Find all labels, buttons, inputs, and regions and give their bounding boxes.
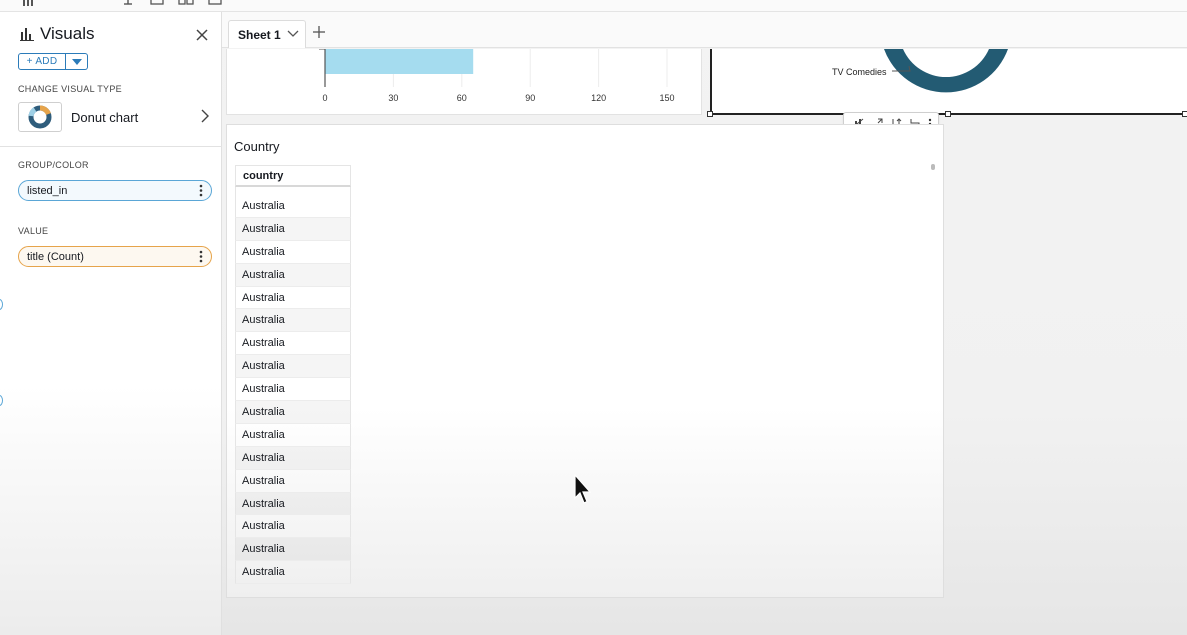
text-box-icon[interactable] [208, 0, 222, 6]
bar-chart: 0 30 60 90 120 150 [319, 48, 675, 103]
x-tick-label: 120 [591, 93, 606, 103]
panel-title: Visuals [40, 24, 95, 43]
more-options-icon[interactable] [199, 184, 203, 197]
table-row[interactable]: Australia [235, 309, 351, 333]
group-color-field-well[interactable]: listed_in [18, 180, 212, 201]
donut-label: TV Comedies [832, 67, 887, 77]
visuals-panel: Visuals + ADD CHANGE VISUAL TYPE Donut c… [0, 12, 222, 635]
table-row[interactable]: Australia [235, 286, 351, 310]
expand-handle[interactable] [0, 395, 3, 406]
change-visual-type-label: CHANGE VISUAL TYPE [18, 84, 122, 94]
scroll-indicator[interactable] [931, 164, 935, 170]
country-table-visual[interactable]: Country country Australia Australia Austra… [226, 124, 944, 598]
expand-handle[interactable] [0, 299, 3, 310]
add-sheet-icon[interactable] [312, 25, 326, 39]
table-visual-title: Country [234, 139, 280, 154]
layout-icon[interactable] [178, 0, 194, 6]
table-row[interactable]: Australia [235, 240, 351, 264]
table-row[interactable]: Australia [235, 446, 351, 470]
table-row[interactable]: Australia [235, 515, 351, 539]
donut-chart-icon [18, 102, 62, 132]
resize-handle[interactable] [945, 111, 951, 117]
chart-icon[interactable] [22, 0, 36, 6]
group-color-field: listed_in [27, 184, 68, 197]
value-label: VALUE [18, 226, 49, 236]
x-tick-label: 90 [525, 93, 535, 103]
table-row[interactable]: Australia [235, 492, 351, 516]
caret-down-icon [71, 58, 82, 65]
donut-chart-visual[interactable]: TV Comedies [710, 41, 1187, 115]
x-tick-label: 150 [659, 93, 674, 103]
table-row[interactable]: Australia [235, 263, 351, 287]
panel-header: Visuals [20, 24, 95, 44]
donut-chart: TV Comedies [832, 41, 1012, 93]
group-color-label: GROUP/COLOR [18, 160, 89, 170]
bar-chart-visual[interactable]: 0 30 60 90 120 150 [226, 48, 702, 115]
visual-type-label: Donut chart [71, 109, 139, 125]
value-field-well[interactable]: title (Count) [18, 246, 212, 267]
top-toolbar [0, 0, 1187, 12]
chevron-right-icon [201, 109, 209, 123]
sheet-tab-label: Sheet 1 [238, 27, 281, 42]
more-options-icon[interactable] [199, 250, 203, 263]
table-row[interactable]: Australia [235, 332, 351, 356]
x-tick-label: 30 [388, 93, 398, 103]
x-tick-label: 0 [322, 93, 327, 103]
bar[interactable] [325, 49, 474, 74]
table-row[interactable]: Australia [235, 217, 351, 241]
x-tick-label: 60 [457, 93, 467, 103]
table-row[interactable]: Australia [235, 378, 351, 402]
close-icon[interactable] [193, 26, 211, 44]
table-spacer [235, 187, 351, 195]
chevron-down-icon[interactable] [287, 30, 299, 38]
mouse-cursor [574, 474, 592, 504]
table-row[interactable]: Australia [235, 401, 351, 424]
insert-icon[interactable] [122, 0, 134, 6]
table-row[interactable]: Australia [235, 423, 351, 447]
bar-chart-icon [20, 28, 34, 41]
resize-handle[interactable] [1182, 111, 1187, 117]
resize-handle[interactable] [707, 111, 713, 117]
table-row[interactable]: Australia [235, 469, 351, 493]
add-dropdown-button[interactable] [66, 53, 88, 70]
table-row[interactable]: Australia [235, 355, 351, 379]
visual-type-selector[interactable]: Donut chart [18, 100, 214, 134]
table-row[interactable]: Australia [235, 195, 351, 218]
column-header-country[interactable]: country [235, 165, 351, 187]
country-table: country Australia Australia Australia Austr… [235, 165, 351, 585]
add-visual-button[interactable]: + ADD [18, 53, 66, 70]
add-visual-group: + ADD [18, 53, 88, 70]
table-row[interactable]: Australia [235, 538, 351, 562]
value-field: title (Count) [27, 250, 84, 263]
sheet-tab[interactable]: Sheet 1 [228, 20, 306, 48]
sheet-tab-bar: Sheet 1 [222, 12, 1187, 48]
panel-divider [0, 146, 222, 147]
image-icon[interactable] [150, 0, 164, 6]
table-row[interactable]: Australia [235, 561, 351, 585]
